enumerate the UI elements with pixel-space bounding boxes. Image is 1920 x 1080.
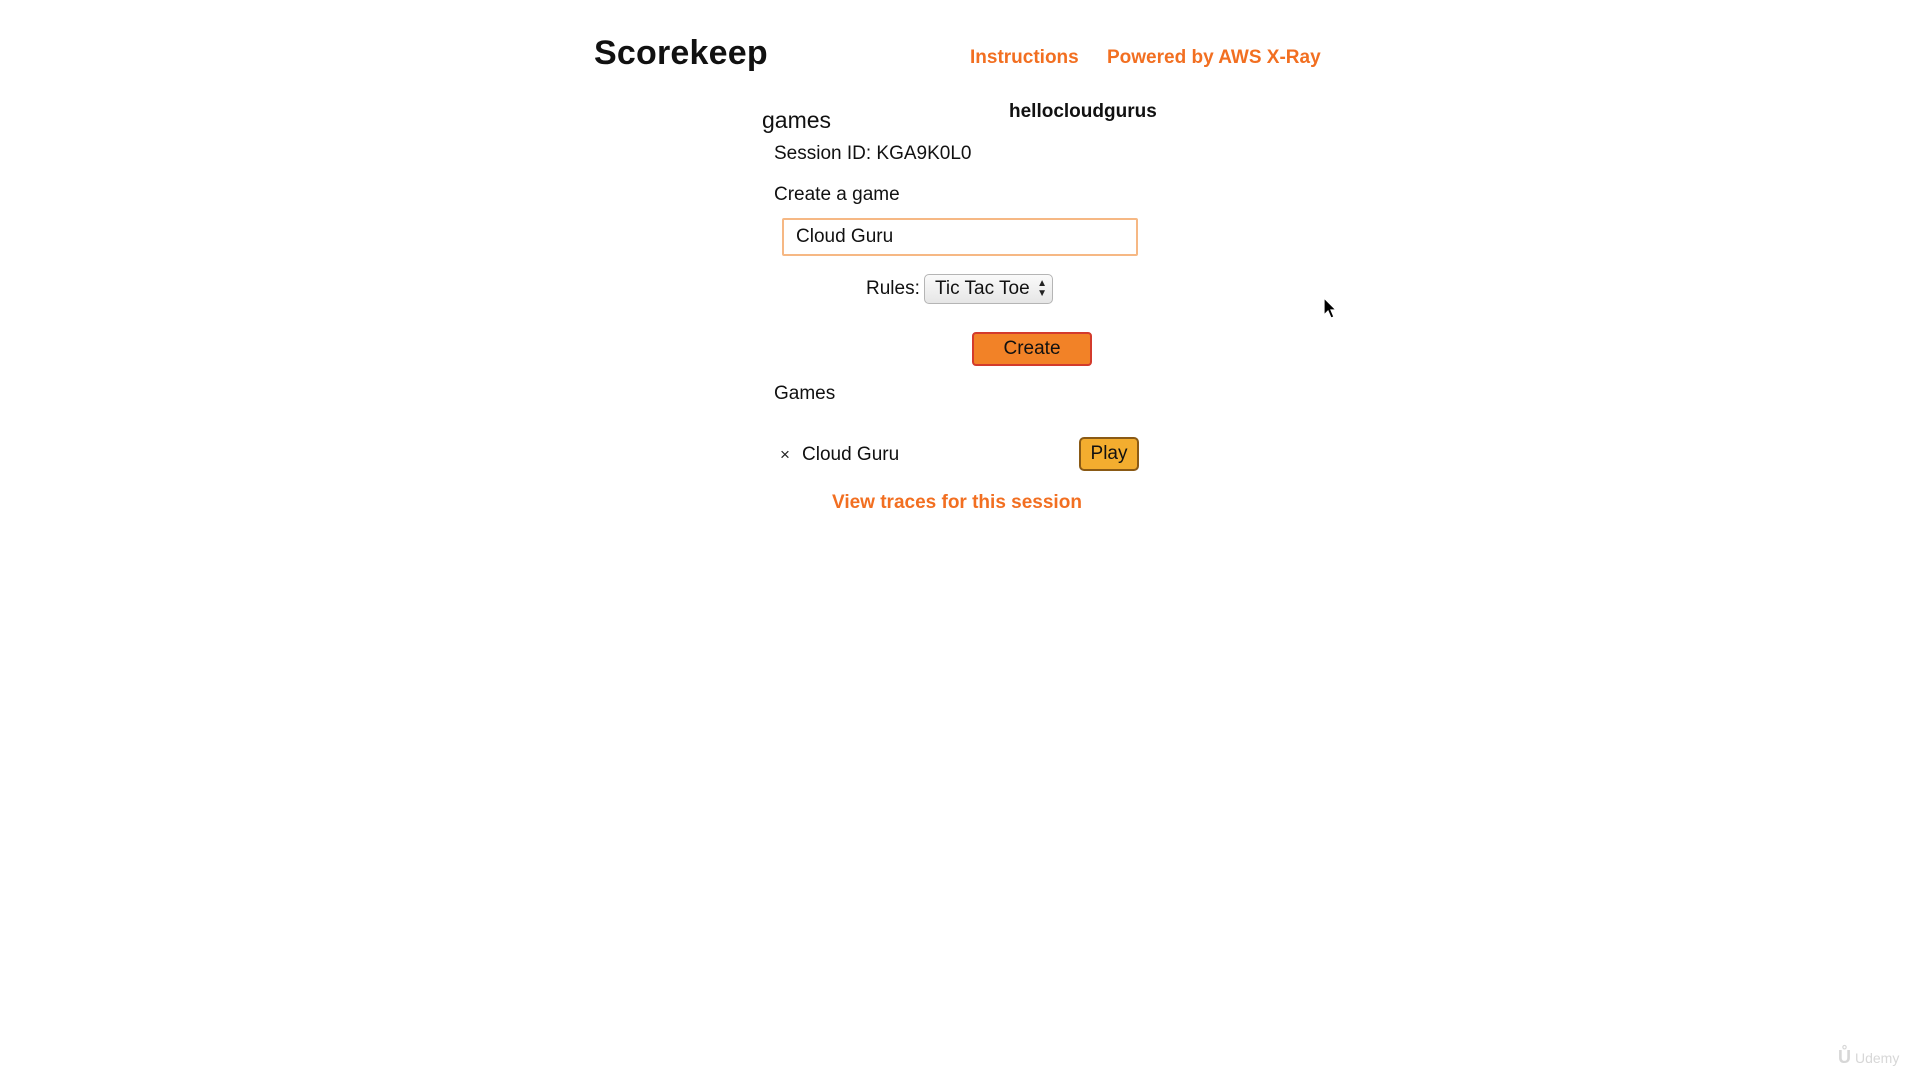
instructions-link[interactable]: Instructions: [970, 47, 1079, 69]
create-button[interactable]: Create: [972, 332, 1092, 366]
udemy-logo-icon: Ů: [1838, 1047, 1851, 1067]
rules-label: Rules:: [866, 278, 920, 299]
create-game-heading: Create a game: [774, 184, 900, 205]
rules-select[interactable]: Tic Tac Toe ▲ ▼: [924, 274, 1053, 304]
session-id-text: Session ID: KGA9K0L0: [774, 143, 972, 164]
page-title: games: [762, 107, 832, 133]
powered-by-xray-link[interactable]: Powered by AWS X-Ray: [1107, 47, 1321, 69]
games-list-heading: Games: [774, 383, 836, 404]
play-button[interactable]: Play: [1079, 437, 1139, 471]
username-label: hellocloudgurus: [1009, 101, 1157, 122]
select-arrows-icon: ▲ ▼: [1037, 278, 1047, 299]
delete-game-icon[interactable]: ×: [780, 445, 790, 465]
watermark-text: Udemy: [1855, 1049, 1900, 1066]
mouse-cursor-icon: [1323, 297, 1338, 319]
udemy-watermark: Ů Udemy: [1838, 1047, 1899, 1068]
game-list-item-name: Cloud Guru: [802, 444, 900, 465]
app-title: Scorekeep: [594, 34, 768, 72]
rules-selected-value: Tic Tac Toe: [935, 278, 1030, 299]
view-traces-link[interactable]: View traces for this session: [832, 492, 1082, 514]
game-name-input[interactable]: [782, 218, 1138, 256]
